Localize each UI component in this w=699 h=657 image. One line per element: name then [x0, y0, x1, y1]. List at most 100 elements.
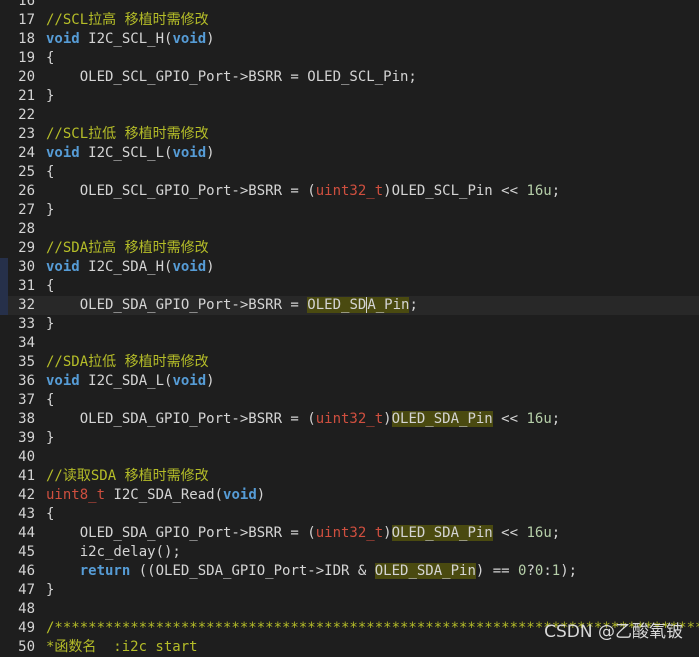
line-number: 41 — [18, 468, 35, 484]
code-line[interactable]: 33} — [0, 315, 699, 334]
code-token-plain: OLED_SDA_GPIO_Port->BSRR = ( — [46, 411, 316, 427]
code-line[interactable]: 44 OLED_SDA_GPIO_Port->BSRR = (uint32_t)… — [0, 524, 699, 543]
line-number: 34 — [18, 335, 35, 351]
line-number: 19 — [18, 50, 35, 66]
code-editor[interactable]: 16 17 //SCL拉高 移植时需修改 18 void I2C_SCL_H(void)… — [0, 0, 699, 655]
line-code[interactable]: OLED_SCL_GPIO_Port->BSRR = (uint32_t)OLE… — [46, 182, 560, 201]
code-token-plain: ) == — [475, 563, 519, 579]
line-number: 46 — [18, 563, 35, 579]
code-token-kw: void — [46, 31, 80, 47]
code-line[interactable]: 46 return ((OLED_SDA_GPIO_Port->IDR & OL… — [0, 562, 699, 581]
code-token-plain: ? — [526, 563, 535, 579]
code-line[interactable]: 39} — [0, 429, 699, 448]
line-code[interactable]: return ((OLED_SDA_GPIO_Port->IDR & OLED_… — [46, 562, 577, 581]
code-token-plain: ) — [383, 411, 392, 427]
line-code[interactable]: void I2C_SDA_L(void) — [46, 372, 215, 391]
code-token-plain: { — [46, 278, 55, 294]
line-number: 49 — [18, 620, 35, 636]
line-code[interactable]: { — [46, 163, 54, 182]
code-line[interactable]: 16 — [0, 0, 699, 11]
line-number: 28 — [18, 221, 35, 237]
line-number: 27 — [18, 202, 35, 218]
code-line[interactable]: 19 { — [0, 49, 699, 68]
line-code[interactable]: } — [46, 201, 54, 220]
line-code[interactable]: } — [46, 581, 54, 600]
line-code[interactable]: { — [46, 49, 54, 68]
code-line[interactable]: 35 //SDA拉低 移植时需修改 — [0, 353, 699, 372]
code-token-kw: void — [172, 31, 207, 47]
code-token-plain: : — [543, 563, 552, 579]
line-number: 20 — [18, 69, 35, 85]
code-line[interactable]: 41 //读取SDA 移植时需修改 — [0, 467, 699, 486]
code-token-kw: void — [172, 373, 207, 389]
code-token-plain: ) — [206, 31, 215, 47]
code-token-plain: ) — [206, 145, 215, 161]
line-code[interactable]: OLED_SDA_GPIO_Port->BSRR = OLED_SDA_Pin; — [46, 296, 418, 315]
line-code[interactable]: { — [46, 277, 54, 296]
line-code[interactable]: } — [46, 87, 54, 106]
code-line[interactable]: 36 void I2C_SDA_L(void) — [0, 372, 699, 391]
line-code[interactable]: OLED_SCL_GPIO_Port->BSRR = OLED_SCL_Pin; — [46, 68, 417, 87]
line-code[interactable]: OLED_SDA_GPIO_Port->BSRR = (uint32_t)OLE… — [46, 410, 560, 429]
code-token-plain: OLED_SDA_GPIO_Port->BSRR = — [46, 297, 308, 313]
line-code[interactable]: //读取SDA 移植时需修改 — [46, 467, 209, 486]
line-code[interactable]: void I2C_SDA_H(void) — [46, 258, 215, 277]
line-code[interactable]: void I2C_SCL_H(void) — [46, 30, 215, 49]
code-token-plain: } — [46, 88, 55, 104]
code-line[interactable]: 45 i2c_delay(); — [0, 543, 699, 562]
code-token-plain: OLED_SDA_GPIO_Port->BSRR = ( — [46, 525, 316, 541]
code-line[interactable]: 42 uint8_t I2C_SDA_Read(void) — [0, 486, 699, 505]
code-line[interactable]: 17 //SCL拉高 移植时需修改 — [0, 11, 699, 30]
code-line[interactable]: 34 — [0, 334, 699, 353]
code-line[interactable]: 18 void I2C_SCL_H(void) — [0, 30, 699, 49]
line-code[interactable]: //SDA拉高 移植时需修改 — [46, 239, 209, 258]
code-line[interactable]: 25 { — [0, 163, 699, 182]
code-line[interactable]: 26 OLED_SCL_GPIO_Port->BSRR = (uint32_t)… — [0, 182, 699, 201]
line-code[interactable]: { — [46, 505, 54, 524]
code-line[interactable]: 43 { — [0, 505, 699, 524]
line-number: 50 — [18, 639, 35, 655]
code-line[interactable]: 22 — [0, 106, 699, 125]
line-code[interactable]: //SDA拉低 移植时需修改 — [46, 353, 209, 372]
line-code[interactable]: void I2C_SCL_L(void) — [46, 144, 215, 163]
line-code[interactable]: } — [46, 429, 54, 448]
code-token-hl: OLED_SDA_Pin — [391, 411, 493, 427]
code-token-plain: I2C_SCL_H( — [79, 31, 173, 47]
line-number: 42 — [18, 487, 35, 503]
code-line[interactable]: 47} — [0, 581, 699, 600]
line-code[interactable]: OLED_SDA_GPIO_Port->BSRR = (uint32_t)OLE… — [46, 524, 560, 543]
line-code[interactable]: { — [46, 391, 54, 410]
line-number: 32 — [18, 297, 35, 313]
code-line[interactable]: 21} — [0, 87, 699, 106]
line-code[interactable]: //SCL拉低 移植时需修改 — [46, 125, 209, 144]
code-token-hl: OLED_SDA_Pin — [374, 563, 476, 579]
code-line[interactable]: 24 void I2C_SCL_L(void) — [0, 144, 699, 163]
code-line[interactable]: 37 { — [0, 391, 699, 410]
code-line[interactable]: 23 //SCL拉低 移植时需修改 — [0, 125, 699, 144]
line-code[interactable]: uint8_t I2C_SDA_Read(void) — [46, 486, 265, 505]
line-number: 23 — [18, 126, 35, 142]
line-code[interactable]: i2c_delay(); — [46, 543, 181, 562]
code-token-kw: void — [46, 145, 80, 161]
code-line[interactable]: 29 //SDA拉高 移植时需修改 — [0, 239, 699, 258]
code-line[interactable]: 27} — [0, 201, 699, 220]
code-line[interactable]: 28 — [0, 220, 699, 239]
code-line[interactable]: 38 OLED_SDA_GPIO_Port->BSRR = (uint32_t)… — [0, 410, 699, 429]
code-token-plain: ) — [256, 487, 266, 503]
code-token-plain: OLED_SCL_GPIO_Port->BSRR = ( — [46, 183, 316, 199]
code-token-plain: )OLED_SCL_Pin << — [383, 183, 527, 199]
line-code[interactable]: //SCL拉高 移植时需修改 — [46, 11, 209, 30]
line-number: 36 — [18, 373, 35, 389]
code-line[interactable]: 30 void I2C_SDA_H(void) — [0, 258, 699, 277]
code-line[interactable]: 20 OLED_SCL_GPIO_Port->BSRR = OLED_SCL_P… — [0, 68, 699, 87]
code-token-plain: ; — [551, 411, 561, 427]
code-token-kw: void — [172, 259, 207, 275]
line-code[interactable]: } — [46, 315, 54, 334]
code-line[interactable]: 40 — [0, 448, 699, 467]
code-line[interactable]: 32 OLED_SDA_GPIO_Port->BSRR = OLED_SDA_P… — [0, 296, 699, 315]
code-line[interactable]: 31 { — [0, 277, 699, 296]
code-token-plain: { — [46, 164, 55, 180]
line-code[interactable]: *函数名 :i2c start — [46, 638, 198, 657]
line-number: 22 — [18, 107, 35, 123]
